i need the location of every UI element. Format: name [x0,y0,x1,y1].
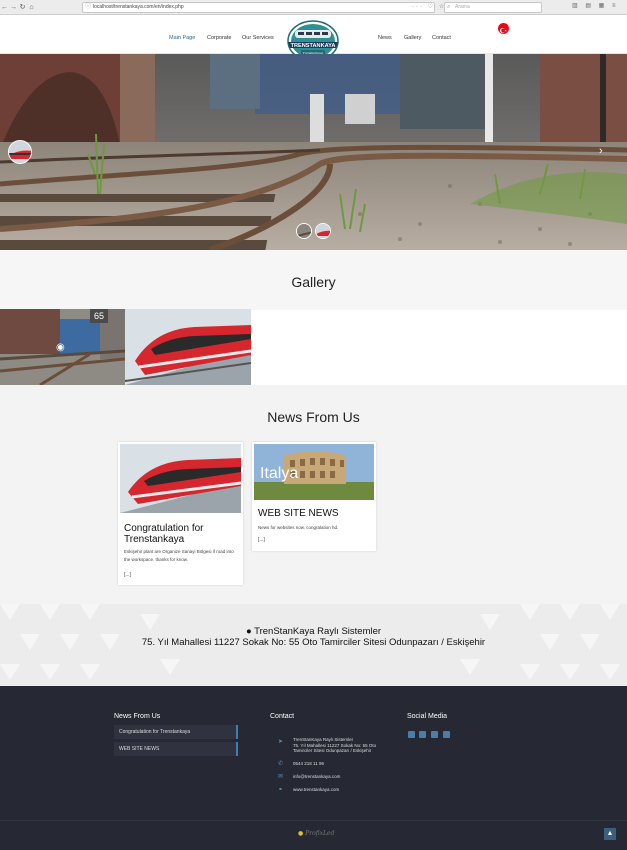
news-card-2-title[interactable]: WEB SITE NEWS [258,508,373,519]
facebook-icon[interactable] [408,731,415,738]
search-icon: ⌕ [447,4,451,10]
page-actions-icon[interactable]: ··· ♡ ☆ [412,3,446,10]
nav-corporate[interactable]: Corporate [207,35,231,41]
news-card-2-body: News for websites now. congralation hd. [258,525,339,530]
address-bar-text: localhost/trenstankaya.com/en/index.php [93,4,184,10]
footer-contact-title: Contact [270,713,295,720]
footer-news-item-1[interactable]: Congratulation for Trenstankaya [114,725,238,739]
gallery-item-red-train[interactable] [125,309,251,385]
footer-news-title: News From Us [114,713,161,720]
scroll-top-button[interactable]: ▲ [604,828,616,840]
eye-icon[interactable]: ◉ [56,342,65,353]
footer-contact-address: 75. Yıl Mahallesi 11227 Sokak No: 55 Oto… [293,743,377,753]
browser-tools-icon[interactable]: ▥ ▤ ▦ ≡ [572,2,619,9]
forward-icon[interactable]: → [9,0,18,15]
footer-news-item-2[interactable]: WEB SITE NEWS [114,742,238,756]
news-card-1-title[interactable]: Congratulation for Trenstankaya [124,523,239,545]
brand-logo-icon: ● [298,830,304,837]
news-card-1-more[interactable]: [...] [124,572,131,578]
news-card-1-image [120,444,241,513]
footer-social-title: Social Media [407,713,448,720]
logo-text: TRENSTANKAYA [291,43,336,49]
nav-contact[interactable]: Contact [432,35,451,41]
twitter-icon[interactable] [419,731,426,738]
railway-tracks-image [0,54,627,250]
reload-icon[interactable]: ↻ [18,0,27,15]
gallery-badge: 65 [94,311,104,321]
nav-gallery[interactable]: Gallery [404,35,421,41]
slider-dot-1[interactable] [296,223,312,239]
chevron-up-icon: ▲ [606,830,614,837]
instagram-icon[interactable] [431,731,438,738]
link-icon: ⚭ [278,787,284,793]
home-icon[interactable]: ⌂ [27,0,36,15]
footer-phone: 0544 218 11 96 [293,761,324,766]
nav-news[interactable]: News [378,35,392,41]
footer [0,686,627,850]
nav-our-services[interactable]: Our Services [242,35,274,41]
info-icon: ⓘ [85,4,92,10]
footer-brand[interactable]: ● ProfixLed [298,830,334,837]
hero-prev-thumbnail[interactable] [8,140,32,164]
browser-toolbar: ← → ↻ ⌂ ⓘ localhost/trenstankaya.com/en/… [0,0,627,15]
news-card-2-more[interactable]: [...] [258,537,265,543]
news-card-2[interactable]: Italya WEB SITE NEWS News for websites n… [252,442,376,551]
news-title: News From Us [267,409,360,425]
hero-slider[interactable]: › [0,54,627,250]
address-line: 75. Yıl Mahallesi 11227 Sokak No: 55 Oto… [141,637,486,648]
address-company: ● TrenStanKaya Raylı Sistemler [0,626,627,637]
chevron-right-icon[interactable]: › [599,145,603,157]
news-card-1-body: Eskişehir plant are Organize Sanayi Bölg… [124,549,234,562]
browser-search-placeholder: Arama [455,4,470,10]
location-icon: ➤ [278,739,284,745]
gallery-title: Gallery [291,274,336,290]
footer-divider [0,820,627,821]
address-bar[interactable]: ⓘ localhost/trenstankaya.com/en/index.ph… [82,2,435,13]
news-card-2-image-text: Italya [260,465,298,482]
footer-web[interactable]: www.trenstankaya.com [293,787,339,792]
nav-main-page[interactable]: Main Page [169,35,195,41]
turkish-flag-icon[interactable] [498,23,509,34]
youtube-icon[interactable] [443,731,450,738]
footer-contact-company: TrenStanKaya Raylı Sistemler [293,737,354,742]
email-icon: ✉ [278,774,284,780]
gallery-item-railway[interactable]: 65 ◉ [0,309,125,385]
footer-email[interactable]: info@trenstankaya.com [293,774,340,779]
address-company-text: TrenStanKaya Raylı Sistemler [254,626,382,637]
globe-icon: ● [245,626,252,637]
news-card-1[interactable]: Congratulation for Trenstankaya Eskişehi… [118,442,243,585]
slider-dot-2[interactable] [315,223,331,239]
back-icon[interactable]: ← [0,0,9,15]
footer-brand-text: ProfixLed [305,830,335,837]
phone-icon: ✆ [278,761,284,767]
news-card-2-image: Italya [254,444,374,513]
browser-search-input[interactable]: ⌕ Arama [444,2,542,13]
